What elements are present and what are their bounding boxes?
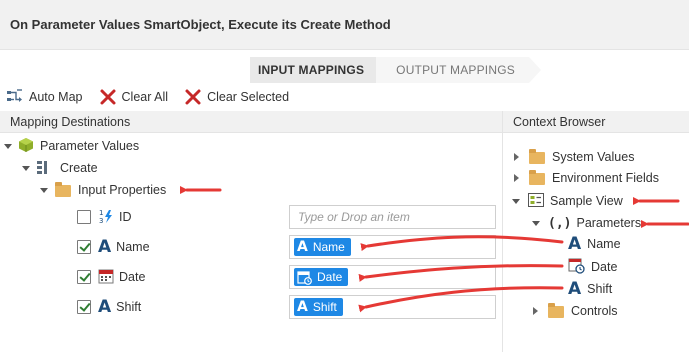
- text-icon: A: [98, 296, 112, 317]
- shift-mapping-field[interactable]: A Shift: [289, 295, 496, 319]
- smartobject-icon: [18, 137, 34, 156]
- parameters-icon: (,): [548, 215, 572, 231]
- mapping-toolbar: Auto Map Clear All Clear Selected: [0, 85, 299, 109]
- id-mapping-field[interactable]: Type or Drop an item: [289, 205, 496, 229]
- autonumber-icon: 1 3: [98, 207, 116, 228]
- context-item-date[interactable]: Date: [568, 257, 617, 277]
- expand-toggle[interactable]: [514, 174, 519, 182]
- clear-all-label: Clear All: [121, 90, 169, 104]
- mapped-item-chip[interactable]: Date: [294, 268, 349, 286]
- tree-node-create[interactable]: Create: [22, 158, 98, 178]
- clear-selected-button[interactable]: Clear Selected: [184, 85, 289, 109]
- folder-icon: [548, 303, 564, 318]
- tab-input-mappings[interactable]: INPUT MAPPINGS: [250, 57, 389, 83]
- expand-toggle[interactable]: [533, 307, 538, 315]
- tree-label: Parameter Values: [40, 139, 140, 153]
- context-label: Name: [587, 237, 621, 251]
- context-label: System Values: [552, 150, 635, 164]
- expand-toggle[interactable]: [514, 153, 519, 161]
- context-item-parameters[interactable]: (,) Parameters: [532, 213, 641, 233]
- context-label: Controls: [571, 304, 618, 318]
- text-icon: A: [297, 299, 308, 315]
- folder-icon: [55, 182, 71, 197]
- property-label: Date: [119, 270, 146, 284]
- folder-icon: [529, 149, 545, 164]
- mapping-destinations-header: Mapping Destinations: [0, 111, 502, 133]
- mapped-item-chip[interactable]: A Name: [294, 238, 351, 256]
- property-label: Shift: [116, 300, 142, 314]
- clear-all-icon: [99, 88, 117, 106]
- title-bar: On Parameter Values SmartObject, Execute…: [0, 0, 689, 50]
- include-checkbox[interactable]: [77, 210, 91, 224]
- include-checkbox[interactable]: [77, 300, 91, 314]
- context-label: Shift: [587, 282, 613, 296]
- context-browser-header: Context Browser: [503, 111, 689, 133]
- expand-toggle[interactable]: [40, 187, 48, 193]
- mapping-tabs: INPUT MAPPINGS OUTPUT MAPPINGS: [250, 57, 541, 83]
- include-checkbox[interactable]: [77, 240, 91, 254]
- context-item-name[interactable]: A Name: [568, 234, 621, 254]
- context-label: Parameters: [576, 216, 642, 230]
- tree-node-input-properties[interactable]: Input Properties: [40, 180, 166, 200]
- context-label: Sample View: [550, 194, 623, 208]
- context-item-shift[interactable]: A Shift: [568, 279, 612, 299]
- context-item-environment-fields[interactable]: Environment Fields: [514, 168, 659, 188]
- view-icon: [528, 192, 544, 210]
- expand-toggle[interactable]: [512, 198, 520, 204]
- auto-map-button[interactable]: Auto Map: [6, 85, 83, 109]
- auto-map-icon: [6, 88, 24, 106]
- expand-toggle[interactable]: [532, 220, 540, 226]
- tab-output-mappings[interactable]: OUTPUT MAPPINGS: [376, 57, 541, 83]
- date-icon: [98, 268, 114, 287]
- property-label: Name: [116, 240, 150, 254]
- name-mapping-field[interactable]: A Name: [289, 235, 496, 259]
- date-mapping-field[interactable]: Date: [289, 265, 496, 289]
- expand-toggle[interactable]: [4, 143, 12, 149]
- text-icon: A: [98, 236, 112, 257]
- property-row-id: 1 3 ID: [77, 207, 132, 227]
- clear-all-button[interactable]: Clear All: [99, 85, 169, 109]
- clear-selected-label: Clear Selected: [207, 90, 290, 104]
- text-icon: A: [568, 278, 582, 299]
- property-row-name: A Name: [77, 237, 150, 257]
- mapped-item-chip[interactable]: A Shift: [294, 298, 343, 316]
- tree-node-parameter-values[interactable]: Parameter Values: [4, 136, 139, 156]
- context-label: Environment Fields: [552, 171, 659, 185]
- date-icon: [568, 257, 585, 277]
- folder-icon: [529, 170, 545, 185]
- svg-text:1: 1: [99, 209, 103, 217]
- property-row-shift: A Shift: [77, 297, 141, 317]
- text-icon: A: [297, 239, 308, 255]
- svg-text:3: 3: [99, 217, 103, 225]
- property-row-date: Date: [77, 267, 145, 287]
- chip-label: Shift: [312, 300, 337, 314]
- clear-selected-icon: [184, 88, 202, 106]
- tree-label: Create: [60, 161, 98, 175]
- field-placeholder: Type or Drop an item: [298, 210, 410, 224]
- include-checkbox[interactable]: [77, 270, 91, 284]
- date-icon: [297, 270, 312, 285]
- context-item-system-values[interactable]: System Values: [514, 147, 634, 167]
- chip-label: Name: [312, 240, 345, 254]
- property-label: ID: [119, 210, 132, 224]
- context-label: Date: [591, 260, 618, 274]
- text-icon: A: [568, 233, 582, 254]
- pane-divider: [502, 111, 503, 352]
- dialog-title: On Parameter Values SmartObject, Execute…: [10, 17, 391, 32]
- auto-map-label: Auto Map: [29, 90, 83, 104]
- context-item-sample-view[interactable]: Sample View: [512, 191, 623, 211]
- tree-label: Input Properties: [78, 183, 167, 197]
- chip-label: Date: [317, 270, 343, 284]
- expand-toggle[interactable]: [22, 165, 30, 171]
- context-item-controls[interactable]: Controls: [533, 301, 618, 321]
- method-icon: [36, 159, 52, 178]
